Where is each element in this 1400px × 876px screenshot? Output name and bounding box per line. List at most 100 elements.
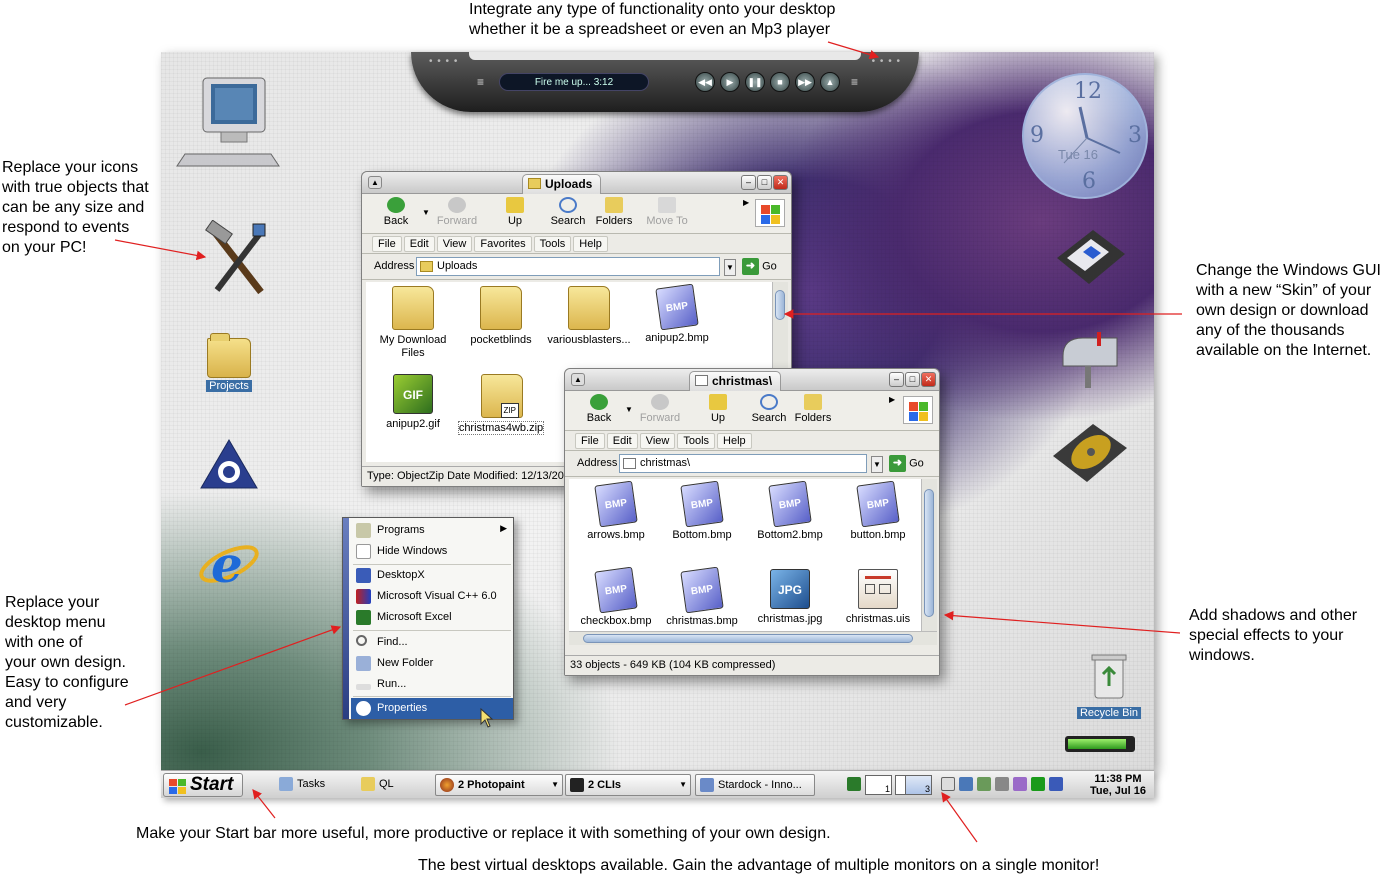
printer-icon[interactable] [995,777,1009,791]
network-icon[interactable] [959,777,973,791]
menu-help[interactable]: Help [717,433,752,449]
computer-icon[interactable] [175,74,285,174]
display-icon[interactable] [1049,777,1063,791]
title-bar[interactable]: ▲ Uploads – □ ✕ [362,172,791,194]
equalizer-icon[interactable]: ≡ [851,75,858,89]
back-dropdown-icon[interactable]: ▼ [625,405,633,414]
messenger-icon[interactable] [977,777,991,791]
back-button[interactable]: Back [579,394,619,428]
menu-view[interactable]: View [436,236,473,252]
title-bar[interactable]: ▲ christmas\ – □ ✕ [565,369,939,391]
system-menu-icon[interactable]: ▲ [571,373,585,386]
file-item[interactable]: BMP button.bmp [833,480,923,542]
stop-icon[interactable]: ■ [770,72,790,92]
virtual-desktop-1[interactable]: 1 [865,775,892,795]
file-item[interactable]: pocketblinds [456,286,546,347]
menu-favorites[interactable]: Favorites [474,236,532,252]
file-item[interactable]: BMP arrows.bmp [571,480,661,542]
go-button[interactable]: ➜ Go [742,258,777,276]
hard-drive-icon[interactable] [1049,416,1131,486]
eject-icon[interactable]: ▲ [820,72,840,92]
taskbar-item-tasks[interactable]: Tasks [275,774,345,796]
close-icon[interactable]: ✕ [773,175,788,190]
aol-icon[interactable] [197,436,261,496]
tools-icon[interactable] [203,219,273,300]
scrollbar-thumb[interactable] [924,489,934,617]
address-input[interactable]: christmas\ [619,454,867,473]
file-item[interactable]: BMP christmas.bmp [657,566,747,628]
address-input[interactable]: Uploads [416,257,720,276]
menu-item-find[interactable]: Find... [351,632,513,653]
menu-item-run[interactable]: Run... [351,674,513,695]
file-item[interactable]: GIF anipup2.gif [368,374,458,431]
menu-file[interactable]: File [372,236,402,252]
mailbox-icon[interactable] [1057,326,1127,390]
playlist-icon[interactable]: ≡ [477,75,484,89]
file-item[interactable]: BMP checkbox.bmp [571,566,661,628]
menu-file[interactable]: File [575,433,605,449]
menu-view[interactable]: View [639,433,676,449]
next-icon[interactable]: ▶▶ [795,72,815,92]
toolbar-overflow-icon[interactable]: ▶ [743,198,749,207]
internet-explorer-icon[interactable]: e [197,532,261,596]
go-button[interactable]: ➜ Go [889,455,924,473]
back-button[interactable]: Back [376,197,416,231]
file-item[interactable]: BMP anipup2.bmp [632,283,722,345]
status-icon[interactable] [1031,777,1045,791]
search-button[interactable]: Search [747,394,791,428]
file-item[interactable]: christmas.uis [833,569,923,626]
excel-icon[interactable] [847,777,861,791]
up-button[interactable]: Up [500,197,530,231]
minimize-icon[interactable]: – [889,372,904,387]
address-dropdown-icon[interactable]: ▼ [724,259,736,276]
menu-tools[interactable]: Tools [533,236,572,252]
pause-icon[interactable]: ❚❚ [745,72,765,92]
menu-item-new-folder[interactable]: New Folder [351,653,513,674]
file-item[interactable]: variousblasters... [544,286,634,347]
menu-edit[interactable]: Edit [403,236,435,252]
menu-edit[interactable]: Edit [606,433,638,449]
address-dropdown-icon[interactable]: ▼ [871,456,883,473]
scrollbar-thumb[interactable] [775,290,785,320]
floppy-icon[interactable] [1053,224,1129,288]
taskbar-item-photopaint[interactable]: 2 Photopaint ▼ [435,774,563,796]
forward-button[interactable]: Forward [635,394,685,428]
file-item[interactable]: JPG christmas.jpg [745,569,835,626]
system-menu-icon[interactable]: ▲ [368,176,382,189]
menu-tools[interactable]: Tools [677,433,716,449]
taskbar-item-clis[interactable]: 2 CLIs ▼ [565,774,691,796]
maximize-icon[interactable]: □ [757,175,772,190]
menu-item-hide-windows[interactable]: Hide Windows [351,541,513,562]
folders-button[interactable]: Folders [594,197,634,231]
start-button[interactable]: Start [163,773,243,797]
move-to-button[interactable]: Move To [644,197,690,231]
file-item[interactable]: My Download Files [368,286,458,360]
folder-icon-projects[interactable]: Projects [199,333,259,392]
recycle-bin-icon[interactable]: Recycle Bin [1069,652,1149,719]
forward-button[interactable]: Forward [432,197,482,231]
virtual-desktop-3[interactable]: 3 [905,775,932,795]
taskbar-item-stardock[interactable]: Stardock - Inno... [695,774,815,796]
up-button[interactable]: Up [703,394,733,428]
menu-help[interactable]: Help [573,236,608,252]
minimize-icon[interactable]: – [741,175,756,190]
toolbar-overflow-icon[interactable]: ▶ [889,395,895,404]
settings-icon[interactable] [1013,777,1027,791]
search-button[interactable]: Search [546,197,590,231]
taskbar-clock[interactable]: 11:38 PM Tue, Jul 16 [1090,773,1146,797]
horizontal-scrollbar[interactable] [569,631,937,645]
file-item[interactable]: BMP Bottom2.bmp [745,480,835,542]
menu-item-excel[interactable]: Microsoft Excel [351,607,513,628]
file-item[interactable]: ZIP christmas4wb.zip [456,374,546,435]
folders-button[interactable]: Folders [793,394,833,428]
play-icon[interactable]: ▶ [720,72,740,92]
close-icon[interactable]: ✕ [921,372,936,387]
volume-icon[interactable] [941,777,955,791]
previous-icon[interactable]: ◀◀ [695,72,715,92]
file-item[interactable]: BMP Bottom.bmp [657,480,747,542]
taskbar-item-ql[interactable]: QL [357,774,407,796]
menu-item-programs[interactable]: Programs ▶ [351,520,513,541]
vertical-scrollbar[interactable] [921,479,937,631]
back-dropdown-icon[interactable]: ▼ [422,208,430,217]
menu-item-desktopx[interactable]: DesktopX [351,565,513,586]
